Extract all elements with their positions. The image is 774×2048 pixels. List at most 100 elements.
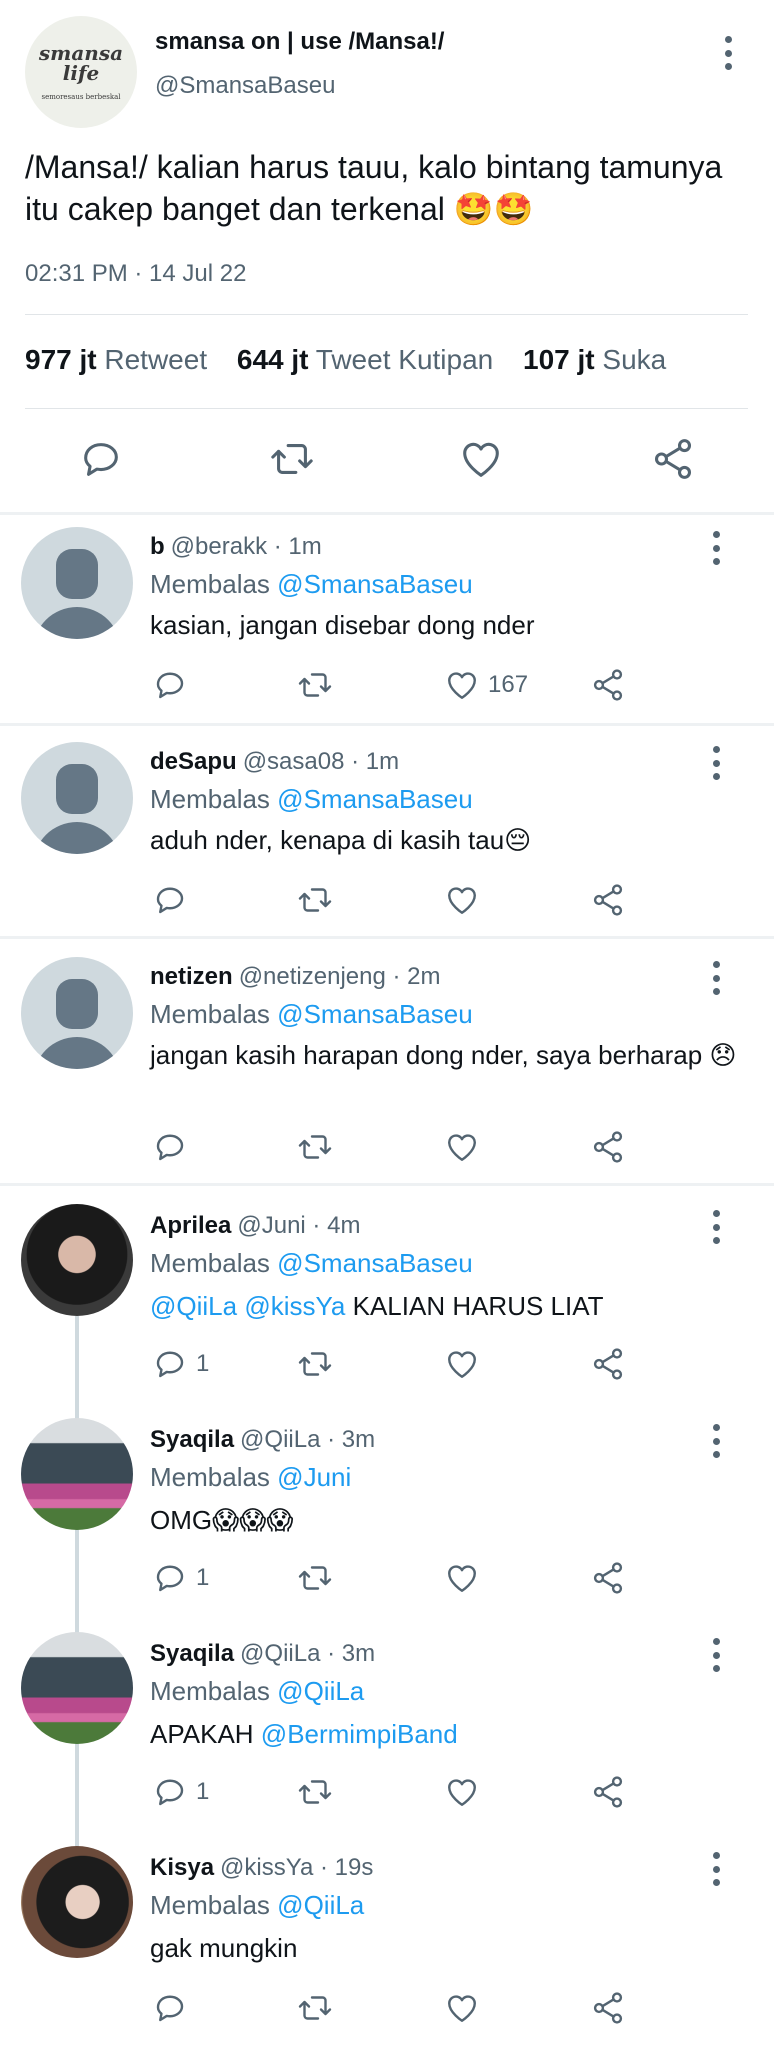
reply-text: @QiiLa @kissYa KALIAN HARUS LIAT bbox=[150, 1290, 750, 1322]
replying-label: Membalas bbox=[150, 1248, 270, 1278]
author-name[interactable]: b bbox=[150, 533, 165, 560]
heart-icon[interactable]: 167 bbox=[444, 667, 528, 703]
mention-link[interactable]: @QiiLa bbox=[277, 1676, 364, 1706]
retweet-icon[interactable] bbox=[296, 1990, 334, 2026]
heart-icon[interactable] bbox=[444, 882, 480, 918]
more-icon[interactable] bbox=[706, 531, 726, 565]
more-icon[interactable] bbox=[706, 1638, 726, 1672]
more-icon[interactable] bbox=[706, 1210, 726, 1244]
more-icon[interactable] bbox=[706, 746, 726, 780]
more-icon[interactable] bbox=[706, 1852, 726, 1886]
reply-tweet[interactable]: netizen @netizenjeng · 2m Membalas @Smans… bbox=[0, 939, 774, 1183]
reply-icon[interactable] bbox=[78, 436, 124, 482]
avatar[interactable] bbox=[21, 957, 133, 1069]
avatar[interactable] bbox=[21, 1632, 133, 1744]
mention-link[interactable]: @SmansaBaseu bbox=[277, 1248, 473, 1278]
share-icon[interactable] bbox=[590, 1346, 626, 1382]
logo-subtext: semoresaus berbeskal bbox=[41, 93, 121, 101]
mention-link[interactable]: @QiiLa bbox=[277, 1890, 364, 1920]
retweet-count[interactable]: 977 jt bbox=[25, 344, 97, 375]
reply-tweet[interactable]: deSapu @sasa08 · 1m Membalas @SmansaBaseu… bbox=[0, 726, 774, 936]
share-icon[interactable] bbox=[590, 1560, 626, 1596]
retweet-icon[interactable] bbox=[268, 436, 316, 482]
author-handle-time: @netizenjeng · 2m bbox=[238, 963, 441, 990]
author-name[interactable]: Syaqila bbox=[150, 1640, 234, 1667]
more-icon[interactable] bbox=[718, 36, 738, 70]
author-handle-time: @QiiLa · 3m bbox=[240, 1426, 376, 1453]
share-icon[interactable] bbox=[590, 1990, 626, 2026]
share-icon[interactable] bbox=[650, 436, 696, 482]
retweet-icon[interactable] bbox=[296, 1774, 334, 1810]
mention-link[interactable]: @kissYa bbox=[244, 1291, 345, 1321]
like-count[interactable]: 107 jt bbox=[523, 344, 595, 375]
mention-link[interactable]: @SmansaBaseu bbox=[277, 569, 473, 599]
reply-tweet[interactable]: Aprilea @Juni · 4m Membalas @SmansaBaseu … bbox=[0, 1186, 774, 1400]
heart-icon[interactable] bbox=[444, 1346, 480, 1382]
share-icon[interactable] bbox=[590, 667, 626, 703]
avatar[interactable] bbox=[21, 1846, 133, 1958]
quote-count[interactable]: 644 jt bbox=[237, 344, 309, 375]
replying-to: Membalas @QiiLa bbox=[150, 1676, 364, 1707]
mention-link[interactable]: @SmansaBaseu bbox=[277, 784, 473, 814]
more-icon[interactable] bbox=[706, 1424, 726, 1458]
heart-icon[interactable] bbox=[444, 1774, 480, 1810]
replying-to: Membalas @SmansaBaseu bbox=[150, 1248, 473, 1279]
retweet-icon[interactable] bbox=[296, 1129, 334, 1165]
author-name[interactable]: Syaqila bbox=[150, 1426, 234, 1453]
author-name[interactable]: Kisya bbox=[150, 1854, 214, 1881]
retweet-icon[interactable] bbox=[296, 667, 334, 703]
reply-header: netizen @netizenjeng · 2m bbox=[150, 963, 440, 991]
more-icon[interactable] bbox=[706, 961, 726, 995]
author-handle-time: @QiiLa · 3m bbox=[240, 1640, 376, 1667]
avatar[interactable]: smansa life semoresaus berbeskal bbox=[25, 16, 137, 128]
reply-icon[interactable]: 1 bbox=[152, 1346, 209, 1382]
reply-icon[interactable] bbox=[152, 1129, 188, 1165]
reply-header: deSapu @sasa08 · 1m bbox=[150, 748, 399, 776]
reply-text: OMG😱😱😱 bbox=[150, 1505, 294, 1535]
author-name[interactable]: deSapu bbox=[150, 748, 237, 775]
reply-icon[interactable]: 1 bbox=[152, 1560, 209, 1596]
reply-header: Syaqila @QiiLa · 3m bbox=[150, 1426, 375, 1454]
retweet-icon[interactable] bbox=[296, 882, 334, 918]
heart-icon[interactable] bbox=[444, 1990, 480, 2026]
reply-icon[interactable] bbox=[152, 667, 188, 703]
author-name[interactable]: Aprilea bbox=[150, 1212, 231, 1239]
author-name[interactable]: smansa on | use /Mansa!/ bbox=[155, 28, 444, 56]
replying-label: Membalas bbox=[150, 1462, 270, 1492]
reply-count: 1 bbox=[196, 1564, 210, 1591]
main-tweet: smansa life semoresaus berbeskal smansa … bbox=[0, 0, 774, 512]
avatar[interactable] bbox=[21, 527, 133, 639]
reply-tweet[interactable]: b @berakk · 1m Membalas @SmansaBaseu kasi… bbox=[0, 515, 774, 723]
retweet-icon[interactable] bbox=[296, 1346, 334, 1382]
share-icon[interactable] bbox=[590, 882, 626, 918]
reply-icon[interactable]: 1 bbox=[152, 1774, 209, 1810]
author-name[interactable]: netizen bbox=[150, 963, 233, 990]
reply-tweet[interactable]: Syaqila @QiiLa · 3m Membalas @Juni OMG😱😱😱… bbox=[0, 1400, 774, 1614]
mention-link[interactable]: @Juni bbox=[277, 1462, 351, 1492]
author-handle-time: @Juni · 4m bbox=[237, 1212, 361, 1239]
share-icon[interactable] bbox=[590, 1129, 626, 1165]
quote-label[interactable]: Tweet Kutipan bbox=[316, 344, 493, 375]
like-label[interactable]: Suka bbox=[602, 344, 666, 375]
tweet-timestamp: 02:31 PM · 14 Jul 22 bbox=[25, 260, 247, 287]
reply-tweet[interactable]: Syaqila @QiiLa · 3m Membalas @QiiLa APAKA… bbox=[0, 1614, 774, 1828]
avatar[interactable] bbox=[21, 1204, 133, 1316]
heart-icon[interactable] bbox=[458, 436, 504, 482]
reply-tweet[interactable]: Kisya @kissYa · 19s Membalas @QiiLa gak m… bbox=[0, 1828, 774, 2048]
reply-icon[interactable] bbox=[152, 882, 188, 918]
share-icon[interactable] bbox=[590, 1774, 626, 1810]
mention-link[interactable]: @QiiLa bbox=[150, 1291, 237, 1321]
replying-to: Membalas @QiiLa bbox=[150, 1890, 364, 1921]
reply-text: kasian, jangan disebar dong nder bbox=[150, 610, 535, 640]
mention-link[interactable]: @BermimpiBand bbox=[261, 1719, 458, 1749]
heart-icon[interactable] bbox=[444, 1129, 480, 1165]
author-handle[interactable]: @SmansaBaseu bbox=[155, 72, 335, 100]
avatar[interactable] bbox=[21, 742, 133, 854]
retweet-icon[interactable] bbox=[296, 1560, 334, 1596]
avatar[interactable] bbox=[21, 1418, 133, 1530]
retweet-label[interactable]: Retweet bbox=[104, 344, 207, 375]
reply-icon[interactable] bbox=[152, 1990, 188, 2026]
mention-link[interactable]: @SmansaBaseu bbox=[277, 999, 473, 1029]
heart-icon[interactable] bbox=[444, 1560, 480, 1596]
logo: smansa life bbox=[38, 41, 124, 85]
